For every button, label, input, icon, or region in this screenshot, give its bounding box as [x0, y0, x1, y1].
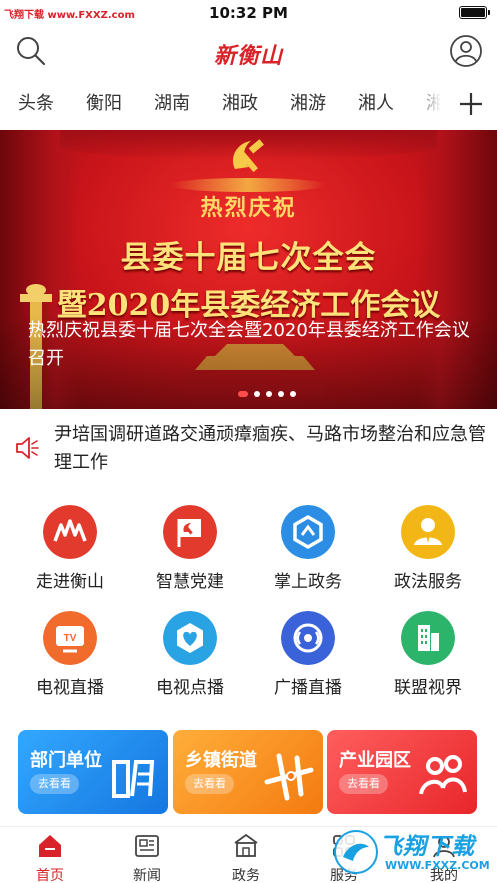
service-alliance-vision[interactable]: 联盟视界: [368, 611, 488, 711]
card-title: 部门单位: [30, 750, 102, 771]
channel-bar: 头条 衡阳 湖南 湘政 湘游 湘人 湘: [0, 78, 497, 130]
card-title: 乡镇街道: [185, 750, 257, 771]
card-go-button[interactable]: 去看看: [30, 774, 79, 794]
tab-headlines[interactable]: 头条: [18, 78, 86, 130]
status-bar: 飞翔下载 www.FXXZ.com 10:32 PM: [0, 0, 497, 26]
card-towns[interactable]: 乡镇街道 去看看: [173, 730, 323, 814]
carousel-indicator: [238, 391, 296, 397]
people-icon: [419, 755, 467, 795]
department-icon: [112, 760, 155, 798]
tab-government[interactable]: 政务: [196, 831, 296, 883]
banner-headline-1: 县委十届七次全会: [120, 240, 377, 276]
service-label: 掌上政务: [274, 572, 342, 592]
card-go-button[interactable]: 去看看: [185, 774, 234, 794]
service-grid: 走进衡山 智慧党建 掌上政务 政法服务 TV 电视直播 电视点播 广播直播 联盟…: [0, 505, 497, 715]
service-label: 政法服务: [394, 572, 462, 592]
person-icon: [401, 505, 455, 559]
heart-icon: [163, 611, 217, 665]
service-tv-vod[interactable]: 电视点播: [130, 611, 250, 711]
watermark-url: WWW.FXXZ.COM: [385, 859, 490, 872]
service-label: 电视点播: [156, 678, 224, 698]
tab-hunan[interactable]: 湖南: [154, 78, 222, 130]
service-label: 电视直播: [36, 678, 104, 698]
tv-icon: TV: [43, 611, 97, 665]
tab-label: 政务: [232, 868, 260, 883]
carousel-dot[interactable]: [278, 391, 284, 397]
carousel-dot[interactable]: [290, 391, 296, 397]
service-zoujin-hengshan[interactable]: 走进衡山: [10, 505, 130, 605]
banner-subtitle: 热烈庆祝: [200, 195, 297, 221]
app-logo: 新衡山: [213, 43, 283, 69]
road-icon: [264, 753, 314, 801]
tab-label: 新闻: [133, 868, 161, 883]
card-title: 产业园区: [339, 750, 411, 771]
watermark-logo: 飞翔下载 WWW.FXXZ.COM: [329, 823, 490, 881]
channel-list: 头条 衡阳 湖南 湘政 湘游 湘人 湘: [0, 78, 440, 130]
service-mobile-gov[interactable]: 掌上政务: [248, 505, 368, 605]
speaker-icon: [16, 437, 39, 459]
card-departments[interactable]: 部门单位 去看看: [18, 730, 168, 814]
service-label: 智慧党建: [156, 572, 224, 592]
service-legal[interactable]: 政法服务: [368, 505, 488, 605]
banner-caption[interactable]: 热烈庆祝县委十届七次全会暨2020年县委经济工作会议召开: [28, 317, 478, 373]
plus-icon[interactable]: [457, 90, 485, 118]
battery-icon: [459, 6, 490, 19]
hexagon-icon: [281, 505, 335, 559]
newspaper-icon: [135, 835, 159, 857]
svg-text:TV: TV: [64, 633, 77, 644]
user-icon[interactable]: [449, 34, 483, 68]
carousel-dot[interactable]: [266, 391, 272, 397]
notice-text[interactable]: 尹培国调研道路交通顽瘴痼疾、马路市场整治和应急管理工作: [54, 421, 486, 477]
government-icon: [234, 833, 258, 857]
tab-label: 首页: [36, 868, 64, 883]
service-party-building[interactable]: 智慧党建: [130, 505, 250, 605]
app-header: 新衡山: [0, 26, 497, 78]
tab-hengyang[interactable]: 衡阳: [86, 78, 154, 130]
service-radio-live[interactable]: 广播直播: [248, 611, 368, 711]
tab-xiangzheng[interactable]: 湘政: [222, 78, 290, 130]
mountain-icon: [43, 505, 97, 559]
status-time: 10:32 PM: [209, 4, 288, 22]
home-icon: [39, 835, 61, 857]
watermark-bird-icon: [334, 830, 378, 874]
building-icon: [401, 611, 455, 665]
tab-xiangyou[interactable]: 湘游: [290, 78, 358, 130]
service-label: 联盟视界: [394, 678, 462, 698]
channel-fade: [410, 78, 450, 130]
card-industrial-park[interactable]: 产业园区 去看看: [327, 730, 477, 814]
tab-home[interactable]: 首页: [0, 831, 100, 883]
card-go-button[interactable]: 去看看: [339, 774, 388, 794]
watermark-brand: 飞翔下载: [379, 834, 475, 860]
carousel-dot[interactable]: [254, 391, 260, 397]
party-flag-icon: [163, 505, 217, 559]
radio-icon: [281, 611, 335, 665]
category-cards: 部门单位 去看看 乡镇街道 去看看 产业园区 去看看: [0, 730, 497, 816]
service-label: 走进衡山: [36, 572, 104, 592]
service-tv-live[interactable]: TV 电视直播: [10, 611, 130, 711]
carousel-dot[interactable]: [238, 391, 248, 397]
tab-news[interactable]: 新闻: [97, 831, 197, 883]
notice-bar[interactable]: 尹培国调研道路交通顽瘴痼疾、马路市场整治和应急管理工作: [0, 409, 497, 497]
hammer-sickle-icon: [232, 139, 264, 173]
service-label: 广播直播: [274, 678, 342, 698]
